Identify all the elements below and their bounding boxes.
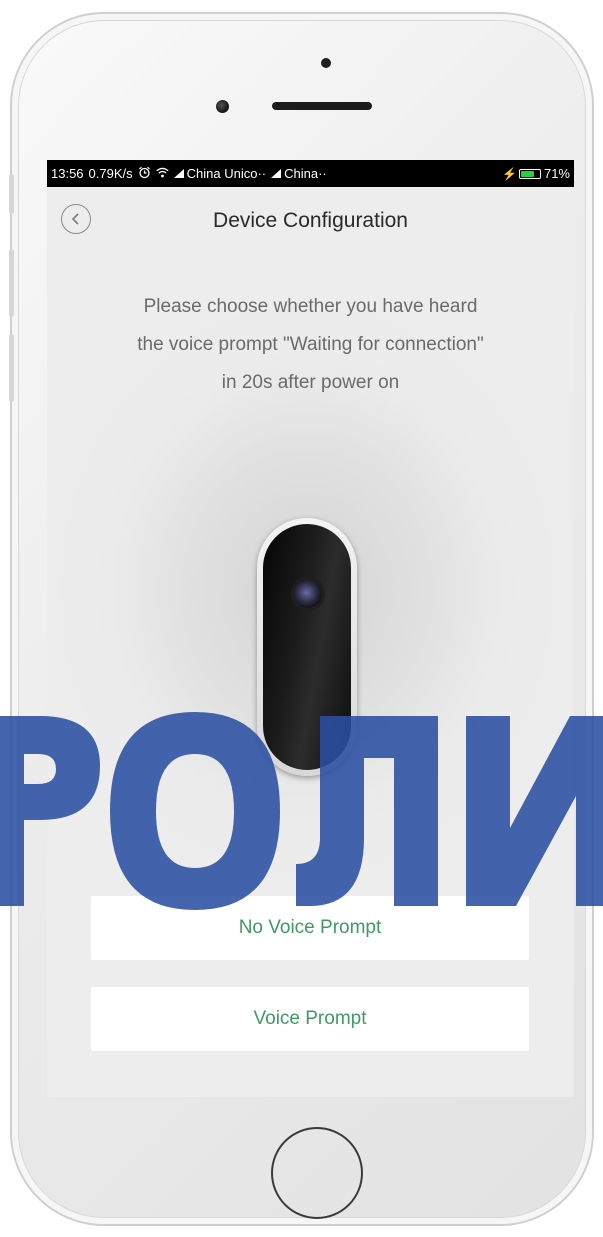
battery-icon bbox=[518, 168, 541, 179]
status-bar: 13:56 0.79K/s China Unico·· China·· ⚡ 71… bbox=[47, 160, 574, 187]
status-carrier-1: China Unico·· bbox=[186, 166, 267, 181]
wifi-icon bbox=[156, 166, 169, 181]
side-button bbox=[9, 174, 14, 214]
prompt-line: the voice prompt "Waiting for connection… bbox=[137, 334, 484, 355]
status-battery-percent: 71% bbox=[543, 166, 570, 181]
earpiece bbox=[272, 102, 372, 110]
side-button bbox=[9, 334, 14, 402]
alarm-icon bbox=[138, 166, 151, 182]
page-title: Device Configuration bbox=[213, 209, 408, 232]
sensor-icon bbox=[303, 719, 311, 727]
status-net-speed: 0.79K/s bbox=[88, 166, 133, 181]
home-button[interactable] bbox=[271, 1127, 363, 1219]
nav-bar: Device Configuration bbox=[47, 187, 574, 251]
prompt-line: Please choose whether you have heard bbox=[143, 296, 478, 317]
no-voice-prompt-button[interactable]: No Voice Prompt bbox=[91, 896, 529, 960]
screen: 13:56 0.79K/s China Unico·· China·· ⚡ 71… bbox=[47, 160, 574, 1097]
voice-prompt-button[interactable]: Voice Prompt bbox=[91, 987, 529, 1051]
charging-icon: ⚡ bbox=[502, 166, 517, 181]
side-button bbox=[9, 249, 14, 317]
device-illustration bbox=[257, 518, 357, 776]
battery-fill bbox=[520, 170, 534, 177]
prompt-line: in 20s after power on bbox=[221, 372, 400, 393]
stage: 13:56 0.79K/s China Unico·· China·· ⚡ 71… bbox=[0, 0, 603, 1237]
speaker-dot bbox=[321, 58, 331, 68]
front-camera-icon bbox=[216, 100, 229, 113]
signal-icon bbox=[271, 169, 282, 178]
status-carrier-2: China·· bbox=[284, 166, 327, 181]
status-time: 13:56 bbox=[51, 166, 84, 181]
prompt-text: Please choose whether you have heard the… bbox=[67, 288, 554, 402]
device-body bbox=[263, 524, 351, 770]
signal-icon bbox=[173, 169, 184, 178]
camera-lens-icon bbox=[294, 580, 322, 608]
